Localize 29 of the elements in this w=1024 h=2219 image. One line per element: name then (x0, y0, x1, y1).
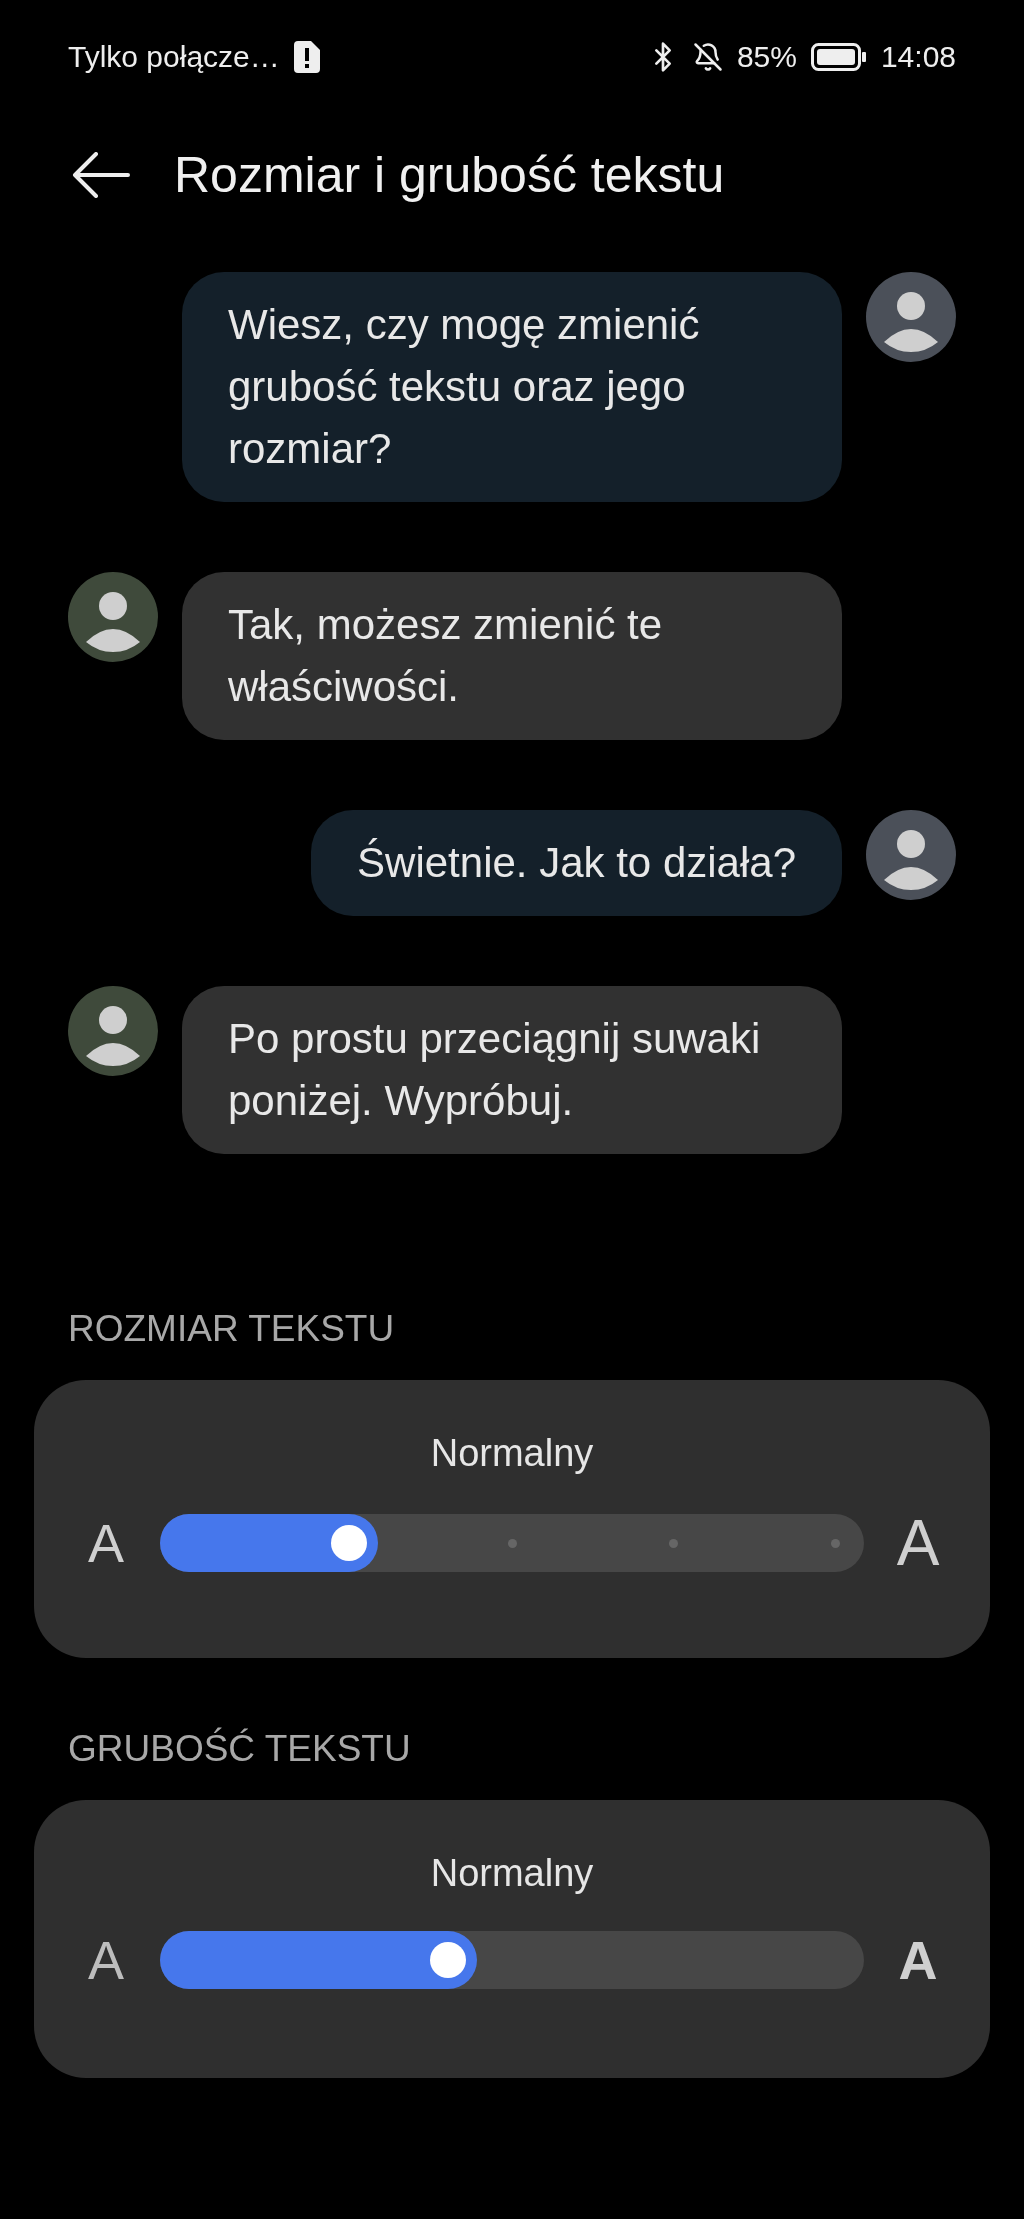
large-a-label: A (895, 1511, 941, 1575)
small-a-label: A (87, 1933, 125, 1987)
battery-icon (810, 43, 867, 71)
avatar-icon (866, 272, 956, 362)
section-header: GRUBOŚĆ TEKSTU (67, 1728, 412, 1770)
avatar-icon (68, 572, 158, 662)
page-title: Rozmiar i grubość tekstu (174, 146, 725, 204)
avatar-icon (866, 810, 956, 900)
slider-value: Normalny (430, 1852, 594, 1895)
back-arrow-icon[interactable] (72, 152, 130, 198)
incoming-message: Tak, możesz zmienić te właściwości. (182, 572, 842, 740)
bell-off-icon (692, 42, 723, 72)
slider-track[interactable] (160, 1514, 864, 1572)
small-a-label: A (87, 1516, 125, 1570)
carrier-text: Tylko połącze… (68, 40, 280, 74)
battery-percent: 85% (736, 40, 797, 74)
step-dot (507, 1539, 517, 1548)
clock-time: 14:08 (880, 40, 956, 74)
large-a-label: A (897, 1933, 939, 1987)
incoming-message: Po prostu przeciągnij suwaki poniżej. Wypróbuj. (182, 986, 842, 1154)
step-dot (669, 1539, 679, 1548)
avatar-icon (68, 986, 158, 1076)
outgoing-message: Świetnie. Jak to działa? (311, 810, 842, 916)
outgoing-message: Wiesz, czy mogę zmienić grubość tekstu oraz jego rozmiar? (182, 272, 842, 502)
slider-value: Normalny (430, 1432, 594, 1475)
slider-track[interactable] (160, 1931, 864, 1989)
sim-alert-icon (293, 41, 320, 73)
section-header: ROZMIAR TEKSTU (67, 1308, 396, 1350)
step-dot (831, 1539, 841, 1548)
